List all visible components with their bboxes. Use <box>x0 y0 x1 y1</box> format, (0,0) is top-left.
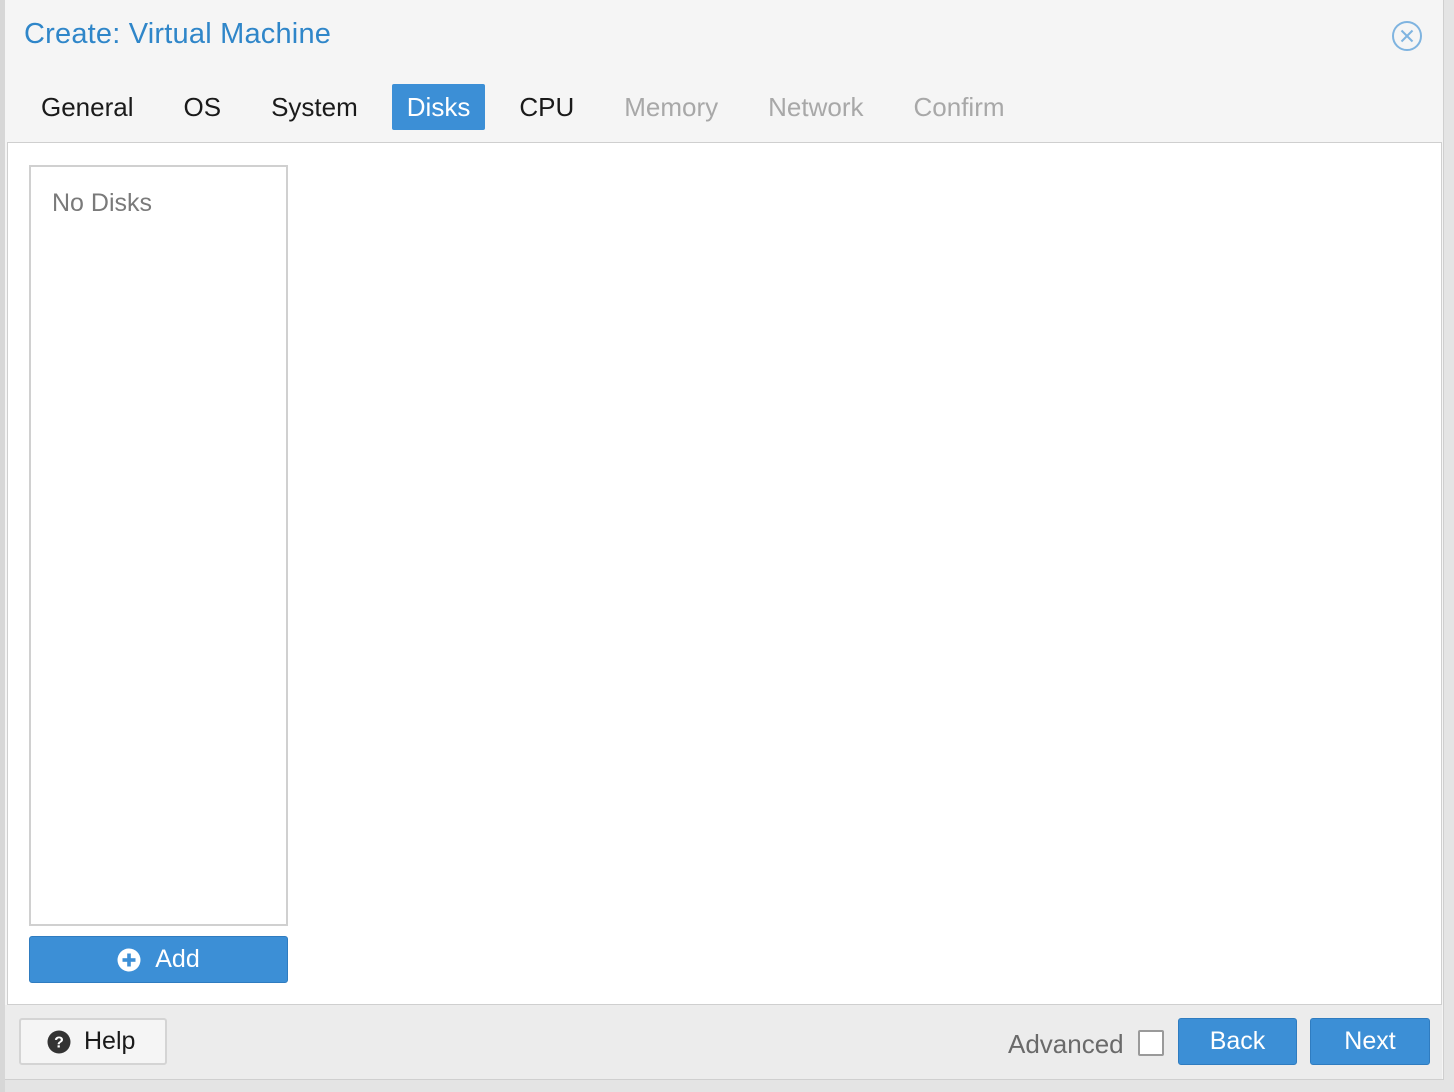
svg-text:?: ? <box>54 1034 64 1051</box>
add-disk-button[interactable]: Add <box>29 936 288 983</box>
help-button[interactable]: ? Help <box>19 1018 167 1065</box>
create-vm-dialog: Create: Virtual Machine General OS Syste… <box>5 0 1444 1080</box>
tab-os[interactable]: OS <box>168 84 238 130</box>
wizard-tab-bar: General OS System Disks CPU Memory Netwo… <box>25 84 1039 130</box>
add-disk-label: Add <box>155 945 200 973</box>
advanced-checkbox[interactable] <box>1138 1030 1164 1056</box>
tab-system[interactable]: System <box>255 84 374 130</box>
plus-circle-icon <box>117 948 141 972</box>
disk-list[interactable]: No Disks <box>29 165 288 926</box>
close-button[interactable] <box>1391 20 1423 52</box>
tab-memory: Memory <box>624 92 719 122</box>
disks-panel: No Disks Add <box>7 142 1442 1005</box>
tab-cpu[interactable]: CPU <box>503 84 590 130</box>
close-circle-icon <box>1392 21 1422 51</box>
advanced-label: Advanced <box>1008 1029 1124 1059</box>
help-label: Help <box>84 1027 136 1055</box>
dialog-title: Create: Virtual Machine <box>24 18 332 50</box>
disk-list-empty-text: No Disks <box>52 189 153 217</box>
tab-general[interactable]: General <box>25 84 150 130</box>
question-circle-icon: ? <box>47 1030 71 1054</box>
tab-confirm: Confirm <box>913 92 1005 122</box>
tab-disks[interactable]: Disks <box>391 84 486 130</box>
tab-network: Network <box>768 92 864 122</box>
back-button[interactable]: Back <box>1178 1018 1297 1065</box>
dialog-footer: ? Help Advanced Back Next <box>5 1005 1442 1079</box>
next-button[interactable]: Next <box>1310 1018 1430 1065</box>
